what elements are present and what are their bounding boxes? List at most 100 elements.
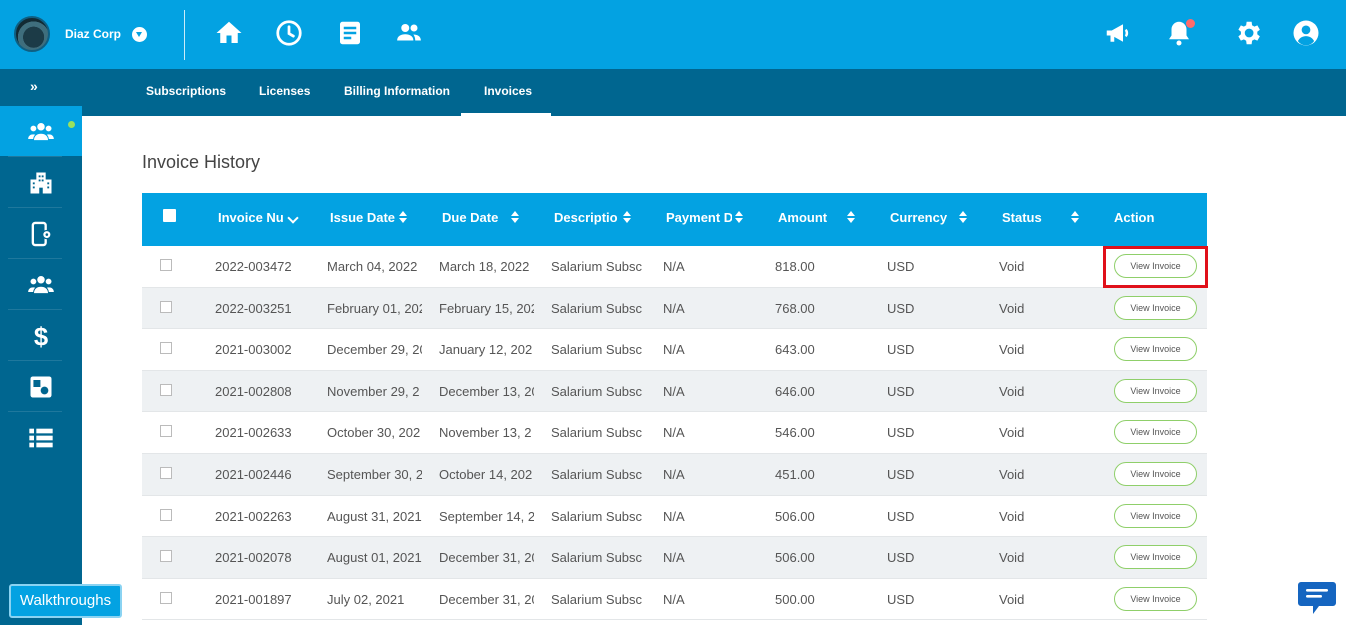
view-invoice-button[interactable]: View Invoice — [1114, 545, 1197, 570]
cell-invoice-number: 2021-003002 — [215, 342, 292, 358]
view-invoice-button[interactable]: View Invoice — [1114, 503, 1197, 528]
sidebar-item-company[interactable] — [0, 157, 82, 207]
tab-invoices[interactable]: Invoices — [484, 84, 532, 98]
view-invoice-button[interactable]: View Invoice — [1114, 461, 1197, 486]
company-name[interactable]: Diaz Corp — [65, 27, 121, 41]
row-checkbox[interactable] — [160, 259, 172, 271]
megaphone-icon[interactable] — [1103, 18, 1133, 48]
cell-currency: USD — [887, 383, 915, 399]
cell-amount: 646.00 — [775, 383, 815, 399]
row-checkbox[interactable] — [160, 591, 172, 604]
cell-issue-date: October 30, 202 — [327, 425, 421, 441]
cell-issue-date: February 01, 202 — [327, 300, 422, 316]
cell-amount: 643.00 — [775, 342, 815, 358]
row-checkbox[interactable] — [160, 300, 172, 313]
user-circle-icon[interactable] — [1291, 18, 1321, 48]
cell-status: Void — [999, 300, 1025, 316]
cell-status: Void — [999, 466, 1025, 482]
cell-due-date: September 14, 2 — [439, 508, 534, 524]
view-invoice-button[interactable]: View Invoice — [1114, 586, 1197, 611]
view-invoice-button[interactable]: View Invoice — [1114, 254, 1197, 278]
people-icon[interactable] — [394, 18, 424, 48]
sort-icon[interactable] — [958, 210, 968, 224]
cell-status: Void — [999, 550, 1025, 566]
column-amount[interactable]: Amount — [778, 210, 838, 225]
view-invoice-button[interactable]: View Invoice — [1114, 337, 1197, 362]
row-checkbox[interactable] — [160, 342, 172, 355]
row-checkbox[interactable] — [160, 508, 172, 521]
cell-payment-date: N/A — [663, 300, 685, 316]
cell-currency: USD — [887, 425, 915, 441]
expand-sidebar-button[interactable]: » — [30, 78, 38, 94]
home-icon[interactable] — [214, 18, 244, 48]
sort-icon[interactable] — [846, 210, 856, 224]
sort-icon[interactable] — [398, 210, 408, 224]
cell-currency: USD — [887, 550, 915, 566]
divider — [184, 10, 185, 60]
table-row: 2021-002078 August 01, 2021 December 31, 2… — [142, 537, 1207, 579]
sort-icon[interactable] — [622, 210, 632, 224]
sidebar: $ — [0, 106, 82, 625]
row-checkbox[interactable] — [160, 550, 172, 563]
view-invoice-button[interactable]: View Invoice — [1114, 295, 1197, 320]
chevron-down-icon[interactable] — [132, 27, 147, 42]
cell-description: Salarium Subsc — [551, 300, 643, 316]
cell-issue-date: August 01, 2021 — [327, 550, 422, 566]
document-icon[interactable] — [335, 18, 365, 48]
clock-icon[interactable] — [274, 18, 304, 48]
gear-icon[interactable] — [1233, 18, 1263, 48]
cell-payment-date: N/A — [663, 342, 685, 358]
sidebar-item-employees[interactable] — [0, 106, 82, 156]
view-invoice-button[interactable]: View Invoice — [1114, 378, 1197, 403]
column-invoice-number[interactable]: Invoice Nu — [218, 210, 288, 225]
sidebar-item-device-settings[interactable] — [0, 208, 82, 258]
column-issue-date[interactable]: Issue Date — [330, 210, 396, 225]
row-checkbox[interactable] — [160, 425, 172, 438]
group-icon — [28, 276, 54, 294]
cell-currency: USD — [887, 300, 915, 316]
cell-issue-date: December 29, 20 — [327, 342, 422, 358]
cell-currency: USD — [887, 342, 915, 358]
sidebar-item-teams[interactable] — [0, 259, 82, 309]
cell-description: Salarium Subsc — [551, 383, 643, 399]
column-status[interactable]: Status — [1002, 210, 1062, 225]
row-checkbox[interactable] — [160, 383, 172, 396]
chat-icon[interactable] — [1297, 576, 1337, 616]
cell-invoice-number: 2021-002808 — [215, 383, 292, 399]
cell-issue-date: August 31, 2021 — [327, 508, 422, 524]
column-currency[interactable]: Currency — [890, 210, 950, 225]
sidebar-item-list[interactable] — [0, 412, 82, 462]
sort-icon[interactable] — [734, 210, 744, 224]
cell-currency: USD — [887, 259, 915, 274]
walkthroughs-button[interactable]: Walkthroughs — [9, 584, 122, 618]
cell-description: Salarium Subsc — [551, 425, 643, 441]
tab-licenses[interactable]: Licenses — [259, 84, 310, 98]
select-all-checkbox[interactable] — [163, 209, 176, 222]
sidebar-item-payroll[interactable]: $ — [0, 310, 82, 360]
cell-invoice-number: 2021-002078 — [215, 550, 292, 566]
company-logo[interactable] — [14, 16, 50, 52]
sort-icon[interactable] — [1070, 210, 1080, 224]
shapes-icon — [30, 376, 52, 398]
column-payment-date[interactable]: Payment D — [666, 210, 732, 225]
cell-amount: 500.00 — [775, 591, 815, 607]
cell-issue-date: March 04, 2022 — [327, 259, 418, 274]
view-invoice-button[interactable]: View Invoice — [1114, 420, 1197, 445]
tab-billing-information[interactable]: Billing Information — [344, 84, 450, 98]
chevron-down-icon[interactable] — [289, 212, 301, 224]
list-icon — [29, 428, 53, 448]
column-description[interactable]: Descriptio — [554, 210, 620, 225]
cell-amount: 451.00 — [775, 466, 815, 482]
column-due-date[interactable]: Due Date — [442, 210, 504, 225]
cell-invoice-number: 2022-003251 — [215, 300, 292, 316]
cell-amount: 506.00 — [775, 550, 815, 566]
cell-description: Salarium Subsc — [551, 466, 643, 482]
sort-icon[interactable] — [510, 210, 520, 224]
mobile-settings-icon — [31, 221, 52, 247]
row-checkbox[interactable] — [160, 466, 172, 479]
column-action: Action — [1114, 210, 1155, 225]
cell-status: Void — [999, 508, 1025, 524]
tab-subscriptions[interactable]: Subscriptions — [146, 84, 226, 98]
sidebar-item-apps[interactable] — [0, 361, 82, 411]
status-dot — [68, 121, 75, 128]
